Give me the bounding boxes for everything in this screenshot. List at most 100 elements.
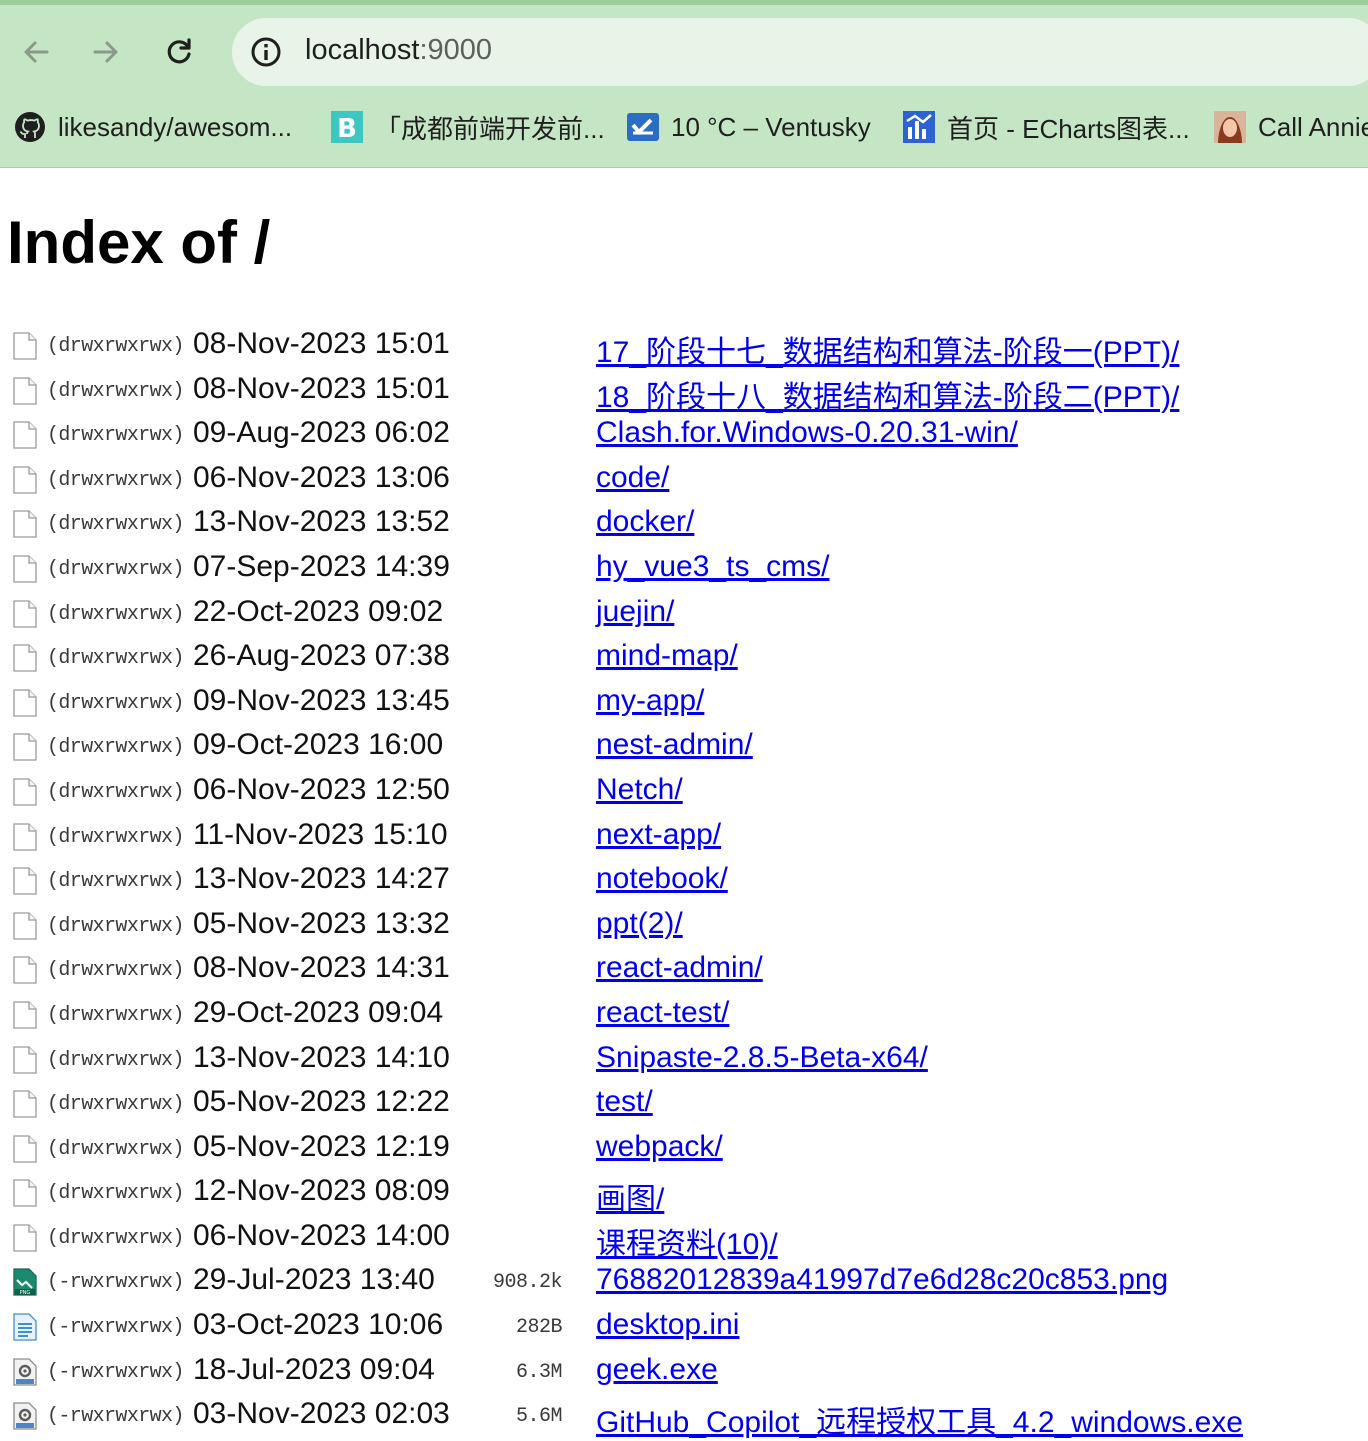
modified-date: 29-Jul-2023 13:40 xyxy=(193,1263,435,1297)
entry-link[interactable]: my-app/ xyxy=(596,684,704,718)
listing-row: (drwxrwxrwx) 05-Nov-2023 12:22 test/ xyxy=(0,1081,1368,1126)
modified-date: 12-Nov-2023 08:09 xyxy=(193,1174,450,1208)
entry-link[interactable]: Snipaste-2.8.5-Beta-x64/ xyxy=(596,1041,928,1075)
permissions: (drwxrwxrwx) xyxy=(47,1137,184,1161)
listing-row: (drwxrwxrwx) 26-Aug-2023 07:38 mind-map/ xyxy=(0,635,1368,680)
arrow-left-icon xyxy=(24,41,49,63)
entry-link[interactable]: 17_阶段十七_数据结构和算法-阶段一(PPT)/ xyxy=(596,327,1179,371)
bookmark-item[interactable]: 首页 - ECharts图表... xyxy=(903,100,1190,154)
entry-link[interactable]: webpack/ xyxy=(596,1130,723,1164)
bookmark-item[interactable]: 10 °C – Ventusky xyxy=(627,100,871,154)
file-icon xyxy=(13,555,37,583)
entry-link[interactable]: mind-map/ xyxy=(596,639,738,673)
url-text[interactable]: localhost:9000 xyxy=(305,34,492,67)
bookmark-item[interactable]: Call Annie xyxy=(1214,100,1368,154)
entry-link[interactable]: desktop.ini xyxy=(596,1308,739,1342)
file-icon xyxy=(13,644,37,672)
permissions: (drwxrwxrwx) xyxy=(47,1182,184,1206)
tab-strip-edge xyxy=(0,0,1368,5)
file-size: 282B xyxy=(515,1316,563,1340)
entry-link[interactable]: GitHub_Copilot_远程授权工具_4.2_windows.exe xyxy=(596,1397,1243,1441)
page-title: Index of / xyxy=(7,209,271,276)
entry-link[interactable]: ppt(2)/ xyxy=(596,907,683,941)
permissions: (drwxrwxrwx) xyxy=(47,1003,184,1027)
file-icon xyxy=(13,867,37,895)
modified-date: 22-Oct-2023 09:02 xyxy=(193,594,444,628)
file-icon xyxy=(13,1179,37,1207)
modified-date: 05-Nov-2023 12:22 xyxy=(193,1085,450,1119)
file-icon xyxy=(13,1045,37,1074)
exe-file-icon xyxy=(13,1358,37,1386)
listing-row: (drwxrwxrwx) 08-Nov-2023 15:01 18_阶段十八_数据结… xyxy=(0,368,1368,416)
listing-row: (drwxrwxrwx) 07-Sep-2023 14:39 hy_vue3_ts_… xyxy=(0,546,1368,591)
listing-row: (drwxrwxrwx) 08-Nov-2023 15:01 17_阶段十七_数据结… xyxy=(0,323,1368,371)
entry-link[interactable]: 画图/ xyxy=(596,1174,664,1218)
entry-link[interactable]: 课程资料(10)/ xyxy=(596,1219,778,1263)
bookmark-item[interactable]: likesandy/awesom... xyxy=(14,100,292,154)
file-icon xyxy=(13,689,37,717)
file-icon xyxy=(13,778,37,806)
permissions: (drwxrwxrwx) xyxy=(47,335,184,358)
permissions: (drwxrwxrwx) xyxy=(47,557,184,581)
listing-row: (drwxrwxrwx) 13-Nov-2023 13:52 docker/ xyxy=(0,501,1368,546)
file-size: 908.2k xyxy=(492,1271,563,1295)
reload-button[interactable] xyxy=(157,30,201,74)
permissions: (drwxrwxrwx) xyxy=(47,780,184,804)
address-bar[interactable]: localhost:9000 xyxy=(232,18,1368,86)
modified-date: 09-Aug-2023 06:02 xyxy=(193,416,450,450)
bookmarks-bar: likesandy/awesom... B 「成都前端开发前... 10 °C … xyxy=(0,100,1368,154)
modified-date: 08-Nov-2023 15:01 xyxy=(193,371,450,405)
listing-row: PNG (-rwxrwxrwx) 29-Jul-2023 13:40 908.2k 76… xyxy=(0,1259,1368,1304)
entry-link[interactable]: react-admin/ xyxy=(596,951,763,985)
url-port: :9000 xyxy=(419,34,493,66)
file-icon xyxy=(13,1001,37,1029)
entry-link[interactable]: Clash.for.Windows-0.20.31-win/ xyxy=(596,416,1018,450)
github-icon xyxy=(14,111,46,143)
entry-link[interactable]: juejin/ xyxy=(596,595,674,629)
listing-row: (-rwxrwxrwx) 03-Oct-2023 10:06 282B desktop… xyxy=(0,1304,1368,1349)
svg-text:B: B xyxy=(337,114,357,143)
modified-date: 06-Nov-2023 12:50 xyxy=(193,772,450,806)
permissions: (-rwxrwxrwx) xyxy=(47,1405,184,1429)
entry-link[interactable]: 18_阶段十八_数据结构和算法-阶段二(PPT)/ xyxy=(596,372,1179,416)
bookmark-item[interactable]: B 「成都前端开发前... xyxy=(331,100,605,154)
modified-date: 13-Nov-2023 14:10 xyxy=(193,1040,450,1074)
modified-date: 29-Oct-2023 09:04 xyxy=(193,995,444,1029)
entry-link[interactable]: nest-admin/ xyxy=(596,728,753,762)
file-icon xyxy=(13,912,37,940)
bookmark-label: 10 °C – Ventusky xyxy=(671,111,871,142)
file-icon xyxy=(13,1090,37,1118)
entry-link[interactable]: geek.exe xyxy=(596,1353,718,1387)
entry-link[interactable]: hy_vue3_ts_cms/ xyxy=(596,550,829,584)
file-icon xyxy=(13,599,37,628)
ventusky-icon xyxy=(627,111,659,143)
entry-link[interactable]: notebook/ xyxy=(596,862,728,896)
url-host: localhost xyxy=(305,34,420,66)
permissions: (drwxrwxrwx) xyxy=(47,691,184,715)
b-logo-icon: B xyxy=(331,111,363,143)
entry-link[interactable]: code/ xyxy=(596,461,669,495)
modified-date: 13-Nov-2023 13:52 xyxy=(193,505,450,539)
back-button[interactable] xyxy=(14,30,58,74)
exe-file-icon xyxy=(13,1402,37,1430)
arrow-right-icon xyxy=(93,41,118,63)
entry-link[interactable]: 76882012839a41997d7e6d28c20c853.png xyxy=(596,1263,1168,1297)
entry-link[interactable]: react-test/ xyxy=(596,996,729,1030)
avatar-icon xyxy=(1214,111,1246,143)
echarts-icon xyxy=(903,111,935,143)
permissions: (drwxrwxrwx) xyxy=(47,959,184,983)
entry-link[interactable]: docker/ xyxy=(596,505,694,539)
bookmark-label: likesandy/awesom... xyxy=(58,111,293,142)
listing-row: (drwxrwxrwx) 29-Oct-2023 09:04 react-test/ xyxy=(0,992,1368,1037)
permissions: (drwxrwxrwx) xyxy=(47,1226,184,1250)
forward-button[interactable] xyxy=(84,30,128,74)
site-info-icon[interactable] xyxy=(246,32,286,72)
listing-row: (-rwxrwxrwx) 03-Nov-2023 02:03 5.6M GitHub_… xyxy=(0,1393,1368,1441)
listing-row: (drwxrwxrwx) 12-Nov-2023 08:09 画图/ xyxy=(0,1170,1368,1218)
entry-link[interactable]: test/ xyxy=(596,1085,653,1119)
entry-link[interactable]: Netch/ xyxy=(596,773,683,807)
permissions: (drwxrwxrwx) xyxy=(47,513,184,537)
permissions: (drwxrwxrwx) xyxy=(47,468,184,492)
file-icon xyxy=(13,421,37,449)
entry-link[interactable]: next-app/ xyxy=(596,818,721,852)
